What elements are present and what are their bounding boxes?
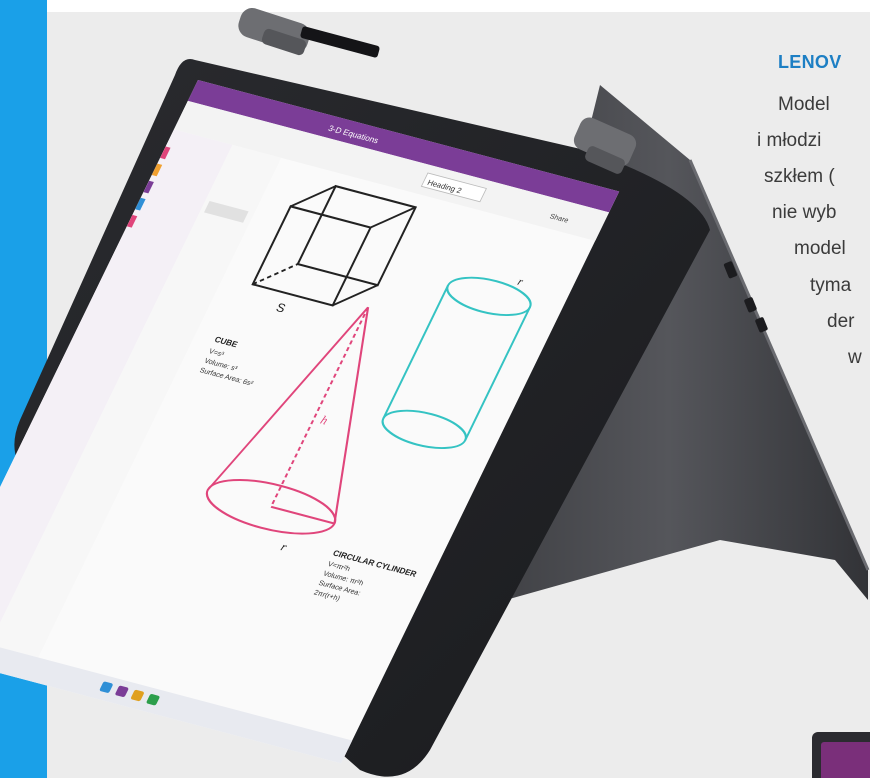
article-line-7: der: [827, 311, 855, 332]
article-line-5: model: [794, 238, 846, 259]
hinge-left: [238, 8, 310, 56]
product-photo: 3-D Equations Heading 2 Share S CUBE V=s…: [0, 8, 870, 777]
article-line-8: w: [848, 347, 862, 368]
secondary-device-photo: [812, 732, 870, 778]
article-headline: LENOV: [778, 52, 842, 72]
vent-grille: [300, 26, 380, 58]
article-line-4: nie wyb: [772, 202, 837, 223]
article-line-3: szkłem (: [764, 166, 835, 187]
article-line-2: i młodzi: [757, 130, 822, 151]
article-line-6: tyma: [810, 275, 852, 296]
article-line-1: Model: [778, 94, 830, 115]
secondary-device-screen: [821, 742, 870, 778]
